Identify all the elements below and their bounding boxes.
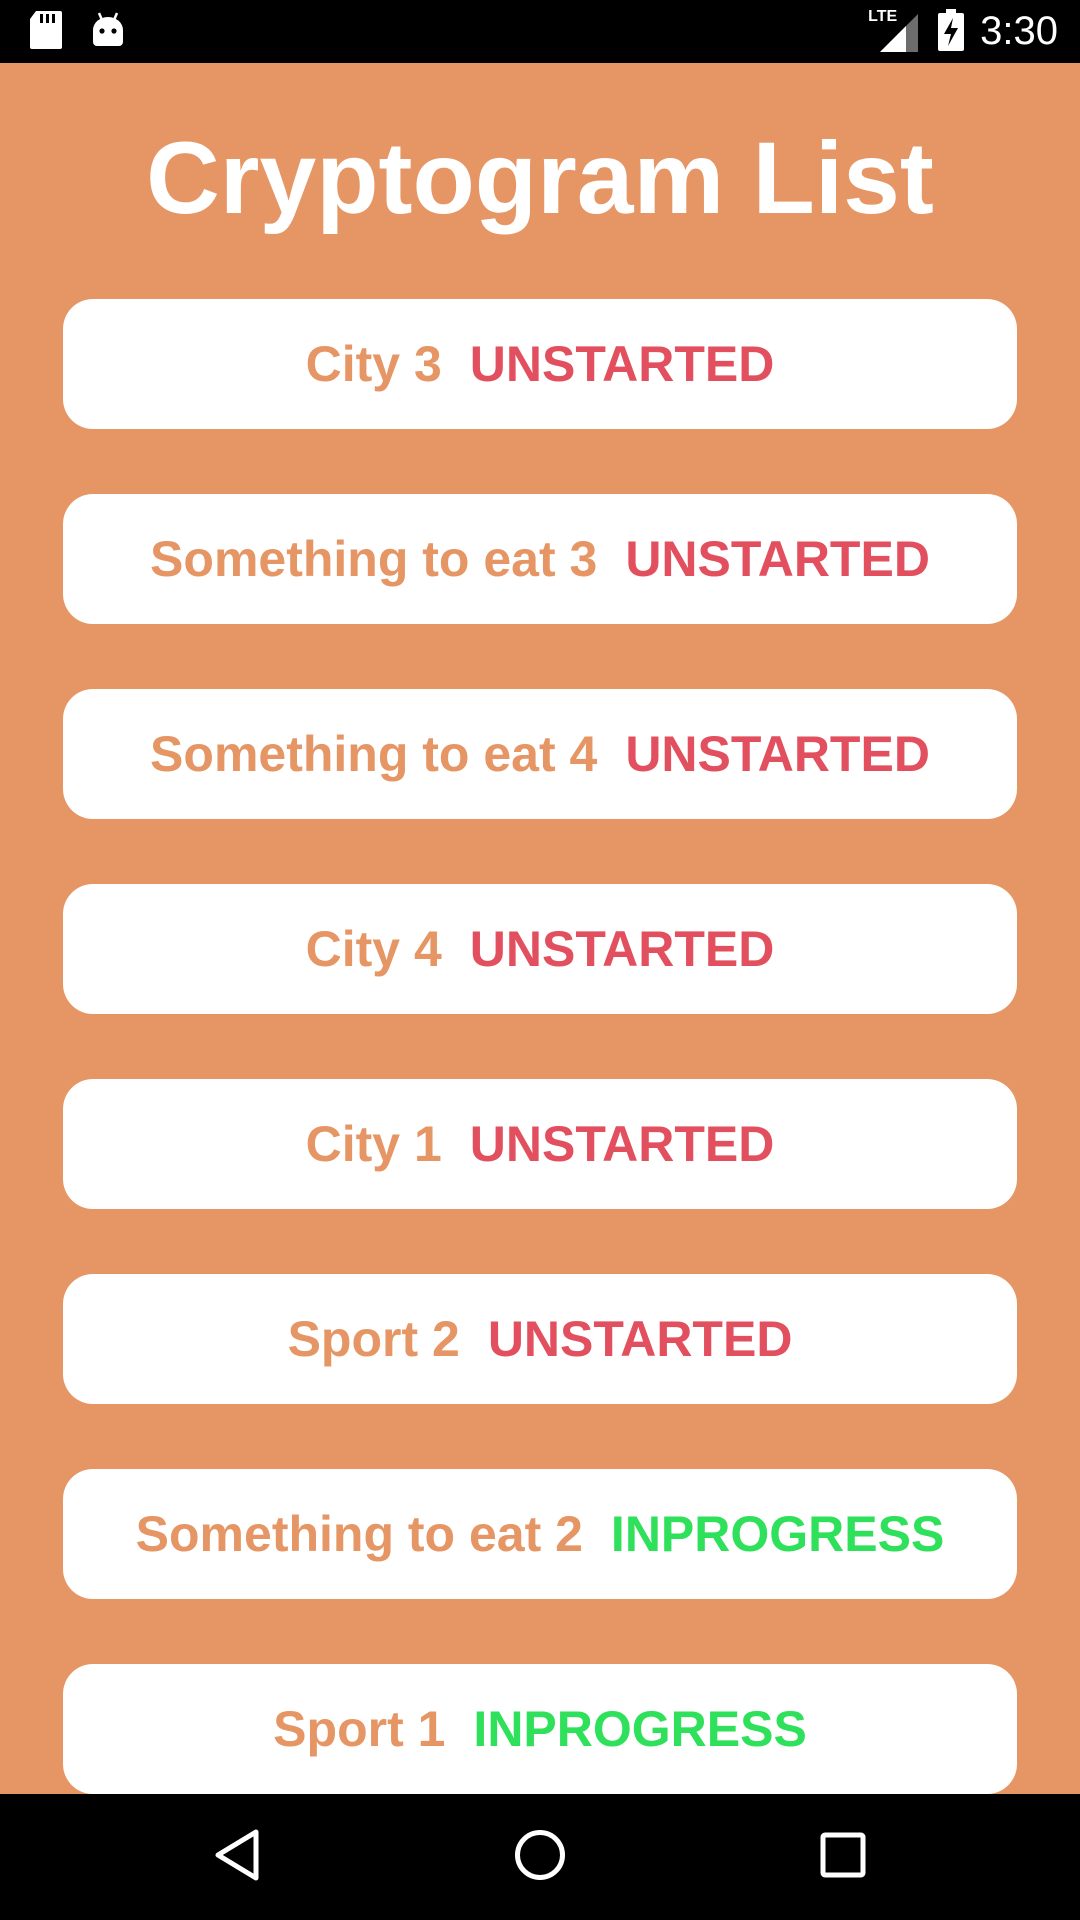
cryptogram-name: City 1: [305, 1116, 442, 1172]
cryptogram-name: Sport 1: [273, 1701, 446, 1757]
signal-icon: LTE: [866, 8, 922, 52]
cryptogram-status: INPROGRESS: [610, 1506, 945, 1562]
status-time: 3:30: [980, 9, 1058, 53]
home-button[interactable]: [507, 1824, 573, 1890]
sd-card-icon: [30, 11, 62, 53]
cryptogram-item-something-to-eat-3[interactable]: Something to eat 3 UNSTARTED: [63, 494, 1017, 624]
cryptogram-status: UNSTARTED: [487, 1311, 793, 1367]
cryptogram-status: UNSTARTED: [469, 1116, 775, 1172]
cryptogram-list[interactable]: City 3 UNSTARTED Something to eat 3 UNST…: [63, 299, 1017, 1794]
cryptogram-name: Sport 2: [287, 1311, 460, 1367]
recents-button[interactable]: [810, 1824, 876, 1890]
cryptogram-status: UNSTARTED: [625, 531, 930, 587]
status-bar: LTE 3:30: [0, 0, 1080, 63]
cryptogram-item-something-to-eat-2[interactable]: Something to eat 2 INPROGRESS: [63, 1469, 1017, 1599]
status-bar-system: LTE 3:30: [866, 0, 1058, 63]
cryptogram-name: City 3: [305, 336, 442, 392]
recents-icon: [820, 1832, 866, 1882]
home-icon: [514, 1829, 566, 1885]
cryptogram-item-city-3[interactable]: City 3 UNSTARTED: [63, 299, 1017, 429]
cryptogram-name: Something to eat 4: [150, 726, 598, 782]
back-icon: [214, 1829, 260, 1885]
back-button[interactable]: [204, 1824, 270, 1890]
android-icon: [92, 12, 124, 52]
main-content[interactable]: Cryptogram List City 3 UNSTARTED Somethi…: [0, 63, 1080, 1794]
cryptogram-status: UNSTARTED: [469, 336, 775, 392]
cryptogram-item-city-1[interactable]: City 1 UNSTARTED: [63, 1079, 1017, 1209]
cryptogram-item-city-4[interactable]: City 4 UNSTARTED: [63, 884, 1017, 1014]
cryptogram-name: Something to eat 3: [150, 531, 598, 587]
cryptogram-name: City 4: [305, 921, 442, 977]
cryptogram-item-sport-2[interactable]: Sport 2 UNSTARTED: [63, 1274, 1017, 1404]
cryptogram-status: UNSTARTED: [625, 726, 930, 782]
page-title: Cryptogram List: [146, 121, 934, 235]
screen: LTE 3:30 Cryptogram List City 3 UNSTARTE…: [0, 0, 1080, 1920]
battery-charging-icon: [938, 8, 965, 55]
cryptogram-name: Something to eat 2: [135, 1506, 583, 1562]
status-bar-notifications: [30, 10, 124, 54]
cryptogram-status: UNSTARTED: [469, 921, 775, 977]
cryptogram-item-something-to-eat-4[interactable]: Something to eat 4 UNSTARTED: [63, 689, 1017, 819]
cryptogram-item-sport-1[interactable]: Sport 1 INPROGRESS: [63, 1664, 1017, 1794]
navigation-bar: [0, 1794, 1080, 1920]
cryptogram-status: INPROGRESS: [473, 1701, 807, 1757]
